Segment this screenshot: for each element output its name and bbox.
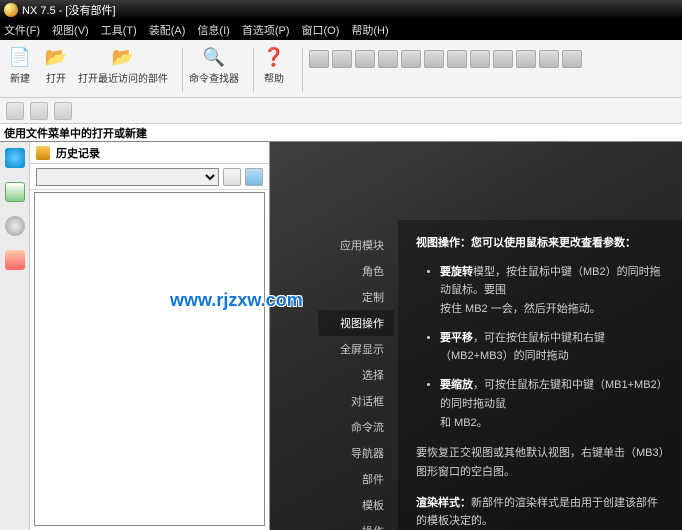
menu-window[interactable]: 窗口(O): [302, 22, 340, 38]
open-recent-button[interactable]: 📂打开最近访问的部件: [78, 44, 168, 85]
graphics-area: 应用模块角色定制视图操作全屏显示选择对话框命令流导航器部件模板操作 视图操作：您…: [270, 142, 682, 530]
toolbar-separator: [182, 48, 183, 92]
hint-bar: 使用文件菜单中的打开或新建: [0, 124, 682, 142]
app-icon: [4, 3, 18, 17]
menu-info[interactable]: 信息(I): [197, 22, 229, 38]
window-title: NX 7.5 - [没有部件]: [22, 2, 116, 18]
welcome-nav-item[interactable]: 操作: [318, 518, 394, 530]
nav-icon[interactable]: [5, 182, 25, 202]
view-mode-icon[interactable]: [245, 168, 263, 186]
menu-view[interactable]: 视图(V): [52, 22, 89, 38]
secondary-toolbar: [0, 98, 682, 124]
new-button[interactable]: 📄新建: [6, 44, 34, 85]
small-tool[interactable]: [6, 102, 24, 120]
nav-icon[interactable]: [5, 250, 25, 270]
toolbar-separator: [302, 48, 303, 92]
main-toolbar: 📄新建 📂打开 📂打开最近访问的部件 🔍命令查找器 ❓帮助: [0, 40, 682, 98]
history-panel: 历史记录: [30, 142, 270, 530]
nav-icon[interactable]: [5, 148, 25, 168]
history-dropdown[interactable]: [36, 168, 219, 186]
help-bullet: 要旋转模型，按住鼠标中键（MB2）的同时拖动鼠标。要围按住 MB2 一会，然后开…: [440, 263, 668, 319]
help-text: 要恢复正交视图或其他默认视图，右键单击（MB3）图形窗口的空白图。: [416, 444, 668, 481]
help-bullet: 要平移，可在按住鼠标中键和右键（MB2+MB3）的同时拖动: [440, 329, 668, 366]
panel-toolbar: [30, 164, 269, 190]
menu-bar: 文件(F) 视图(V) 工具(T) 装配(A) 信息(I) 首选项(P) 窗口(…: [0, 20, 682, 40]
welcome-nav-item[interactable]: 导航器: [318, 440, 394, 466]
nav-icon[interactable]: [5, 216, 25, 236]
refresh-icon[interactable]: [223, 168, 241, 186]
resource-bar: [0, 142, 30, 530]
welcome-nav-item[interactable]: 角色: [318, 258, 394, 284]
welcome-nav: 应用模块角色定制视图操作全屏显示选择对话框命令流导航器部件模板操作: [318, 232, 394, 530]
welcome-nav-item[interactable]: 视图操作: [318, 310, 394, 336]
menu-help[interactable]: 帮助(H): [351, 22, 388, 38]
content-heading: 视图操作：您可以使用鼠标来更改查看参数：: [416, 234, 668, 253]
title-bar: NX 7.5 - [没有部件]: [0, 0, 682, 20]
welcome-nav-item[interactable]: 选择: [318, 362, 394, 388]
welcome-nav-item[interactable]: 部件: [318, 466, 394, 492]
help-bullet: 要缩放，可按住鼠标左键和中键（MB1+MB2）的同时拖动鼠和 MB2。: [440, 376, 668, 432]
help-text: 渲染样式：新部件的渲染样式是由用于创建该部件的模板决定的。图形窗口的空白区域，从…: [416, 494, 668, 530]
command-finder-button[interactable]: 🔍命令查找器: [189, 44, 239, 85]
welcome-nav-item[interactable]: 对话框: [318, 388, 394, 414]
welcome-nav-item[interactable]: 命令流: [318, 414, 394, 440]
menu-tools[interactable]: 工具(T): [101, 22, 137, 38]
main-area: 历史记录 应用模块角色定制视图操作全屏显示选择对话框命令流导航器部件模板操作 视…: [0, 142, 682, 530]
menu-assembly[interactable]: 装配(A): [149, 22, 186, 38]
menu-file[interactable]: 文件(F): [4, 22, 40, 38]
disabled-tool-group: [309, 44, 609, 68]
welcome-nav-item[interactable]: 定制: [318, 284, 394, 310]
open-button[interactable]: 📂打开: [42, 44, 70, 85]
help-button[interactable]: ❓帮助: [260, 44, 288, 85]
small-tool[interactable]: [54, 102, 72, 120]
welcome-nav-item[interactable]: 应用模块: [318, 232, 394, 258]
welcome-content: 视图操作：您可以使用鼠标来更改查看参数： 要旋转模型，按住鼠标中键（MB2）的同…: [398, 220, 682, 530]
welcome-nav-item[interactable]: 全屏显示: [318, 336, 394, 362]
welcome-nav-item[interactable]: 模板: [318, 492, 394, 518]
small-tool[interactable]: [30, 102, 48, 120]
panel-title: 历史记录: [30, 142, 269, 164]
toolbar-separator: [253, 48, 254, 92]
history-list[interactable]: [34, 192, 265, 526]
menu-prefs[interactable]: 首选项(P): [242, 22, 290, 38]
